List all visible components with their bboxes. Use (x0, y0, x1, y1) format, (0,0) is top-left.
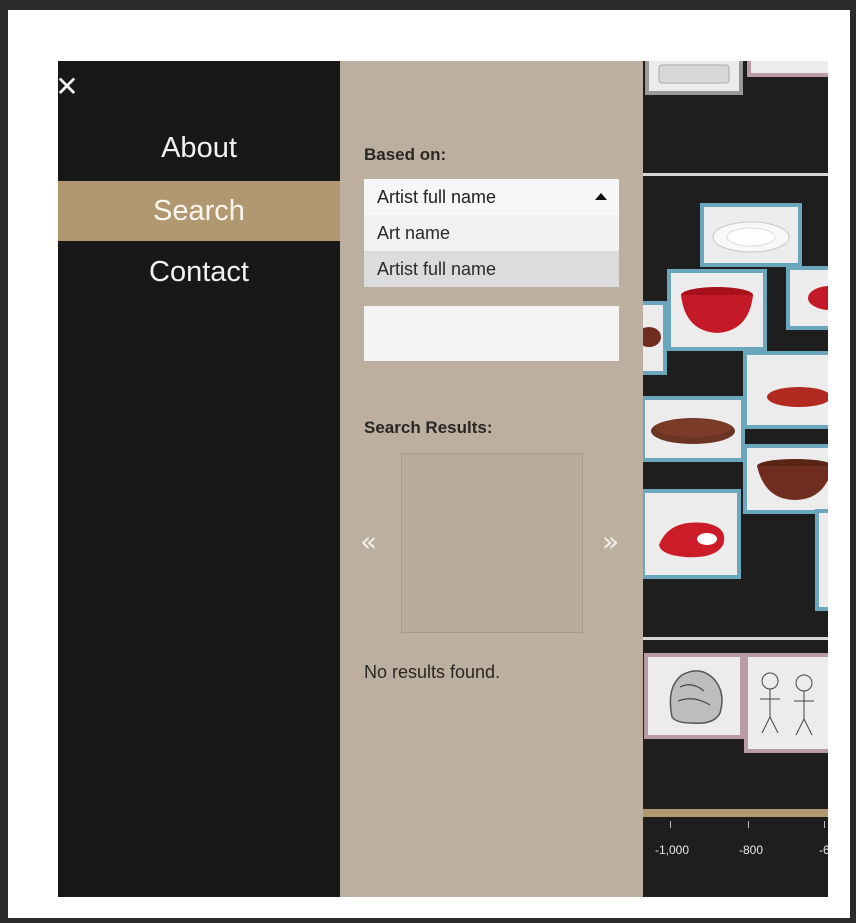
brown-bowl-image (643, 327, 661, 347)
close-icon[interactable]: ✕ (58, 71, 80, 103)
no-results-text: No results found. (364, 662, 501, 682)
axis-tick-label: -6 (819, 843, 828, 857)
chevron-double-right-icon[interactable]: » (602, 527, 619, 557)
artwork-thumbnail[interactable] (645, 61, 743, 95)
artwork-thumbnail[interactable] (744, 653, 828, 753)
red-bowl-image (681, 287, 753, 333)
artwork-thumbnail[interactable] (643, 301, 667, 375)
dropdown-options: Art name Artist full name (364, 215, 619, 287)
artwork-thumbnail[interactable] (700, 203, 802, 267)
nav-item-search[interactable]: Search (58, 181, 340, 241)
dish-image (658, 64, 730, 84)
option-artist-full-name[interactable]: Artist full name (364, 251, 619, 287)
axis-tick-label: -800 (739, 843, 764, 857)
artwork-thumbnail[interactable] (644, 653, 744, 739)
artwork-thumbnail[interactable] (786, 266, 828, 330)
artwork-thumbnail[interactable] (743, 351, 828, 429)
page-frame: ✕ About Search Contact Based on: Artist … (8, 10, 850, 918)
figures-drawing-image (760, 672, 814, 736)
app-window: ✕ About Search Contact Based on: Artist … (58, 61, 828, 897)
axis-tick (670, 821, 671, 828)
search-panel: Based on: Artist full name Art name Arti… (340, 61, 643, 897)
red-sculpture-image (659, 522, 725, 558)
search-input[interactable] (364, 306, 619, 361)
side-nav: ✕ About Search Contact (58, 61, 340, 897)
search-results-label: Search Results: (364, 418, 493, 437)
artwork-thumbnail[interactable] (667, 269, 767, 351)
caret-up-icon (595, 193, 607, 200)
axis-tick-label: -1,000 (655, 843, 690, 857)
timeline-divider (643, 637, 828, 640)
artwork-gallery: -1,000 -800 -6 (643, 61, 828, 897)
artwork-thumbnail[interactable] (643, 396, 745, 462)
artwork-thumbnail[interactable] (743, 444, 828, 514)
drawing-image (669, 670, 723, 725)
axis-tick (748, 821, 749, 828)
result-preview-box (401, 453, 583, 633)
option-art-name[interactable]: Art name (364, 215, 619, 251)
selected-value: Artist full name (377, 187, 497, 207)
red-plate-image (767, 387, 828, 407)
brown-platter-image (651, 418, 735, 444)
nav-item-contact[interactable]: Contact (58, 242, 340, 302)
plate-image (712, 221, 790, 253)
timeline-divider (643, 173, 828, 176)
red-bowl-image (808, 286, 828, 310)
artwork-thumbnail[interactable] (643, 489, 741, 579)
artwork-thumbnail[interactable] (815, 509, 828, 611)
brown-bowl-image (757, 459, 828, 500)
nav-item-about[interactable]: About (58, 118, 340, 178)
axis-tick (824, 821, 825, 828)
timeline-axis (643, 809, 828, 817)
chevron-double-left-icon[interactable]: « (360, 527, 377, 557)
artwork-thumbnail[interactable] (747, 61, 828, 77)
based-on-select[interactable]: Artist full name (364, 179, 619, 215)
based-on-label: Based on: (364, 145, 447, 164)
